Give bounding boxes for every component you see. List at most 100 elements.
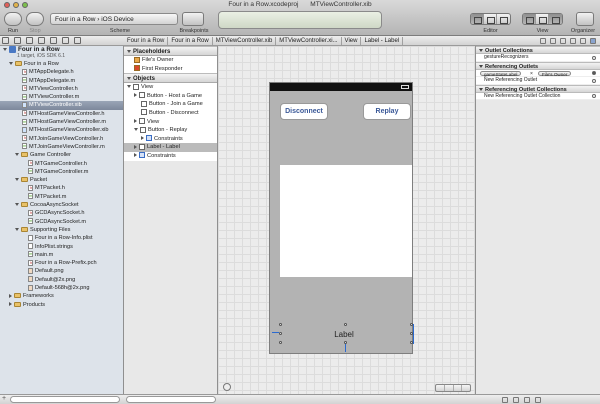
breakpoint-navigator-icon[interactable] xyxy=(62,37,69,44)
disclosure-triangle-icon[interactable] xyxy=(134,128,138,132)
media-library-icon[interactable] xyxy=(535,396,541,403)
file-template-library-icon[interactable] xyxy=(502,396,508,403)
zoom-actual-icon[interactable] xyxy=(445,385,454,391)
file-tree-item[interactable]: Default.png xyxy=(0,267,123,275)
breadcrumb-item[interactable]: Four in a Row xyxy=(124,37,169,45)
identity-inspector-icon[interactable] xyxy=(560,37,566,44)
breakpoints-button[interactable] xyxy=(182,12,204,26)
file-tree-item[interactable]: InfoPlist.strings xyxy=(0,243,123,251)
run-button[interactable] xyxy=(4,12,22,26)
file-tree-item[interactable]: MTGameController.h xyxy=(0,159,123,168)
disclosure-triangle-icon[interactable] xyxy=(479,64,483,68)
file-tree-item[interactable]: GCDAsyncSocket.h xyxy=(0,209,123,217)
outline-object-item[interactable]: View xyxy=(124,83,217,92)
disconnect-button[interactable]: Disconnect xyxy=(280,103,328,120)
file-tree-item[interactable]: MTViewController.xib xyxy=(0,101,123,110)
disclosure-triangle-icon[interactable] xyxy=(15,178,19,182)
outline-item-first-responder[interactable]: First Responder xyxy=(124,64,217,74)
object-library-icon[interactable] xyxy=(524,396,530,403)
file-tree-item[interactable]: Default-568h@2x.png xyxy=(0,284,123,292)
connection-circle-icon[interactable] xyxy=(592,71,596,75)
connection-circle-icon[interactable] xyxy=(592,94,596,98)
navigator-toggle-icon[interactable] xyxy=(523,14,536,24)
disclosure-triangle-icon[interactable] xyxy=(15,153,19,157)
disclosure-triangle-icon[interactable] xyxy=(127,77,131,81)
assistant-editor-icon[interactable] xyxy=(484,14,497,24)
navigator-filter-input[interactable] xyxy=(10,396,120,403)
referencing-outlets-header[interactable]: Referencing Outlets xyxy=(476,61,600,70)
disclosure-triangle-icon[interactable] xyxy=(127,85,131,89)
replay-button[interactable]: Replay xyxy=(363,103,411,120)
log-navigator-icon[interactable] xyxy=(74,37,81,44)
leading-constraint[interactable] xyxy=(272,332,279,333)
attributes-inspector-icon[interactable] xyxy=(570,37,576,44)
editor-mode-control[interactable] xyxy=(470,13,511,25)
breadcrumb-item[interactable]: MTViewController.xib xyxy=(213,37,277,45)
file-tree-item[interactable]: Products xyxy=(0,301,123,309)
resize-handle[interactable] xyxy=(279,332,282,335)
disclosure-triangle-icon[interactable] xyxy=(3,48,7,51)
file-tree-item[interactable]: main.m xyxy=(0,250,123,259)
search-navigator-icon[interactable] xyxy=(26,37,33,44)
outline-object-item[interactable]: Button - Join a Game xyxy=(124,100,217,109)
outline-object-item[interactable]: Button - Host a Game xyxy=(124,91,217,101)
utilities-toggle-icon[interactable] xyxy=(549,14,562,24)
file-tree-item[interactable]: CocoaAsyncSocket xyxy=(0,201,123,209)
outline-object-item[interactable]: Button - Disconnect xyxy=(124,108,217,118)
resize-handle[interactable] xyxy=(279,341,282,344)
symbol-navigator-icon[interactable] xyxy=(14,37,21,44)
scheme-selector[interactable]: Four in a Row › iOS Device xyxy=(50,13,178,25)
disclosure-triangle-icon[interactable] xyxy=(134,153,137,158)
file-tree-item[interactable]: MTPacket.m xyxy=(0,192,123,201)
resize-handle[interactable] xyxy=(279,323,282,326)
size-inspector-icon[interactable] xyxy=(580,37,586,44)
breadcrumb-item[interactable]: Four in a Row xyxy=(168,37,213,45)
add-icon[interactable]: + xyxy=(2,395,6,402)
disclosure-triangle-icon[interactable] xyxy=(141,136,144,141)
outline-object-item[interactable]: Constraints xyxy=(124,134,217,144)
disclosure-triangle-icon[interactable] xyxy=(15,227,19,231)
zoom-out-icon[interactable] xyxy=(436,385,445,391)
bottom-constraint[interactable] xyxy=(345,344,346,352)
outline-object-item[interactable]: Label - Label xyxy=(124,143,217,152)
debug-area-toggle-icon[interactable] xyxy=(536,14,549,24)
disclosure-triangle-icon[interactable] xyxy=(134,93,137,98)
files-owner-pill[interactable]: File's Owner xyxy=(538,70,572,77)
view-controller-view[interactable]: Disconnect Replay Label xyxy=(269,82,414,354)
file-tree-item[interactable]: MTHostGameViewController.h xyxy=(0,109,123,118)
file-tree-item[interactable]: Game Controller xyxy=(0,151,123,159)
file-tree-item[interactable]: Packet xyxy=(0,176,123,184)
file-tree-item[interactable]: MTViewController.m xyxy=(0,93,123,101)
version-editor-icon[interactable] xyxy=(497,14,510,24)
disclosure-triangle-icon[interactable] xyxy=(134,144,137,149)
zoom-control[interactable] xyxy=(435,384,471,392)
resolve-icon[interactable] xyxy=(462,385,470,391)
breadcrumb-item[interactable]: MTViewController.xi... xyxy=(276,37,342,45)
resize-handle[interactable] xyxy=(344,323,347,326)
file-tree-item[interactable]: Four in a Row-Info.plist xyxy=(0,234,123,242)
standard-editor-icon[interactable] xyxy=(471,14,484,24)
outline-item-files-owner[interactable]: File's Owner xyxy=(124,56,217,65)
file-tree-item[interactable]: Default@2x.png xyxy=(0,276,123,284)
view-toggle-control[interactable] xyxy=(522,13,563,25)
file-tree-item[interactable]: Four in a Row xyxy=(0,60,123,68)
file-tree-item[interactable]: Four in a Row-Prefix.pch xyxy=(0,259,123,267)
file-tree-item[interactable]: MTHostGameViewController.m xyxy=(0,118,123,126)
debug-navigator-icon[interactable] xyxy=(50,37,57,44)
issue-navigator-icon[interactable] xyxy=(38,37,45,44)
stop-button[interactable] xyxy=(26,12,44,26)
project-navigator-icon[interactable] xyxy=(2,37,9,44)
breadcrumb-item[interactable]: Label - Label xyxy=(361,37,404,45)
disclosure-triangle-icon[interactable] xyxy=(15,203,19,207)
code-snippet-library-icon[interactable] xyxy=(513,396,519,403)
file-tree-item[interactable]: MTPacket.h xyxy=(0,184,123,192)
connection-circle-icon[interactable] xyxy=(592,55,596,60)
disclosure-triangle-icon[interactable] xyxy=(479,87,483,91)
file-tree-item[interactable]: MTViewController.h xyxy=(0,84,123,93)
file-tree-item[interactable]: GCDAsyncSocket.m xyxy=(0,217,123,226)
outlet-collections-header[interactable]: Outlet Collections xyxy=(476,46,600,54)
file-tree-item[interactable]: MTHostGameViewController.xib xyxy=(0,126,123,134)
disclosure-triangle-icon[interactable] xyxy=(9,293,12,298)
file-tree-item[interactable]: MTJoinGameViewController.m xyxy=(0,142,123,151)
trailing-constraint[interactable] xyxy=(413,324,414,344)
